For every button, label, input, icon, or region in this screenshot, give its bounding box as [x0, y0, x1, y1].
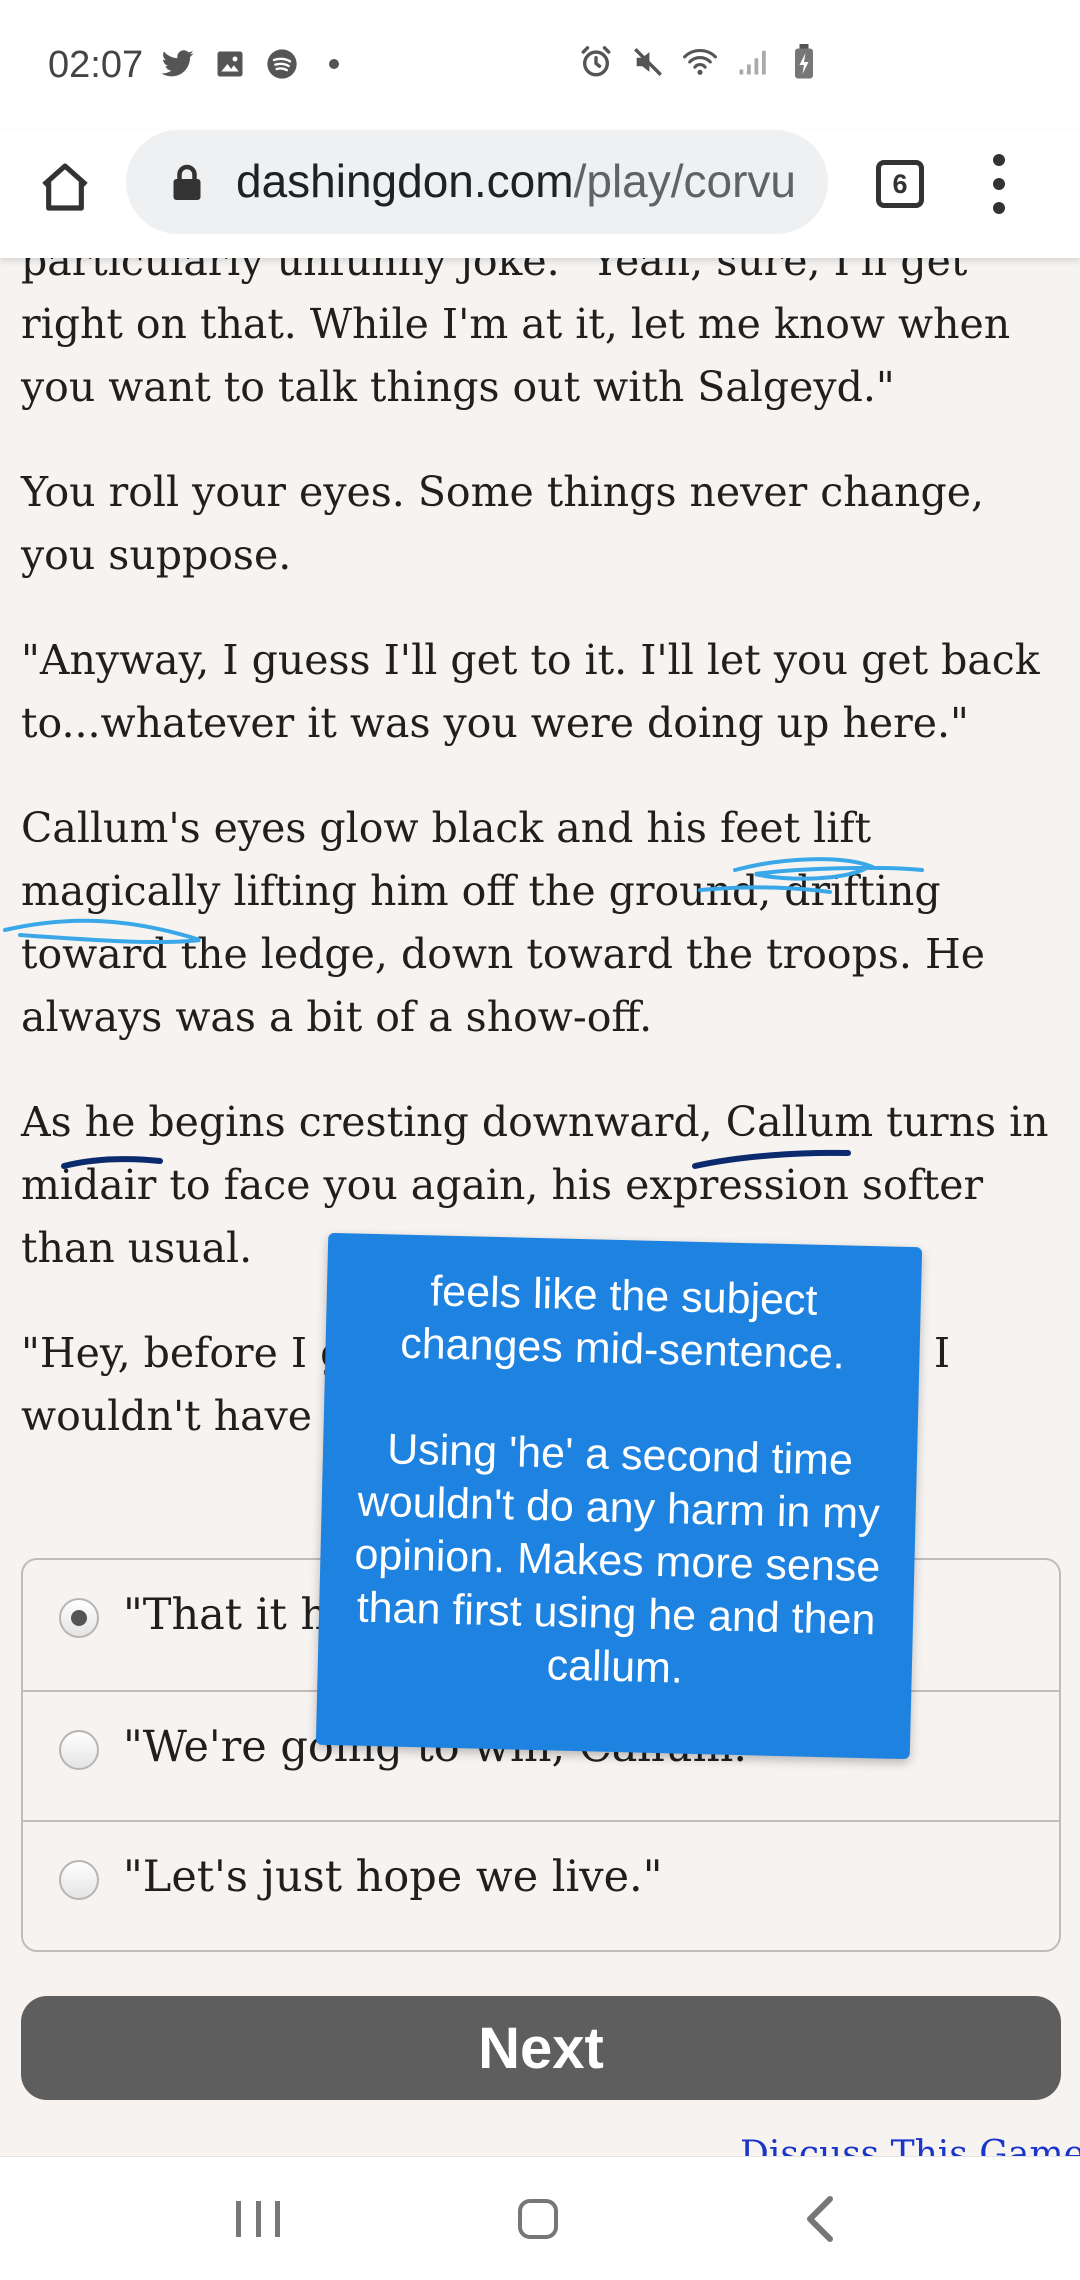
status-time: 02:07	[48, 44, 144, 86]
battery-icon	[786, 44, 822, 80]
story-paragraph: "Anyway, I guess I'll get to it. I'll le…	[21, 636, 1040, 747]
system-icons	[578, 44, 822, 80]
story-paragraph: particularly unfunny joke. "Yeah, sure, …	[21, 237, 1011, 411]
browser-toolbar: dashingdon.com/play/corvu 6	[0, 130, 1080, 258]
url-host: dashingdon.com	[236, 155, 574, 207]
back-button[interactable]	[800, 2195, 840, 2243]
home-nav-button[interactable]	[518, 2199, 558, 2239]
url-bar[interactable]: dashingdon.com/play/corvu	[126, 130, 828, 234]
overflow-menu-button[interactable]	[984, 154, 1014, 214]
story-paragraph: Callum's eyes glow black and his feet li…	[21, 804, 985, 1041]
dot-icon	[316, 46, 352, 82]
lock-icon	[173, 164, 201, 200]
tab-switcher-button[interactable]: 6	[876, 160, 924, 208]
notification-icons	[160, 46, 352, 82]
navigation-bar	[0, 2156, 1080, 2280]
gallery-icon	[212, 46, 248, 82]
next-button[interactable]: Next	[21, 1996, 1061, 2100]
radio-button[interactable]	[59, 1730, 99, 1770]
recent-apps-button[interactable]	[236, 2201, 280, 2237]
wifi-icon	[682, 44, 718, 80]
alarm-icon	[578, 44, 614, 80]
mute-icon	[630, 44, 666, 80]
story-paragraph: You roll your eyes. Some things never ch…	[21, 468, 984, 579]
annotation-text: Using 'he' a second time wouldn't do any…	[353, 1425, 881, 1693]
url-text[interactable]: dashingdon.com/play/corvu	[236, 154, 811, 208]
spotify-icon	[264, 46, 300, 82]
radio-button-selected[interactable]	[59, 1598, 99, 1638]
home-button[interactable]	[30, 152, 100, 222]
more-vert-icon	[993, 154, 1005, 166]
annotation-text: feels like the subject changes mid-sente…	[399, 1267, 846, 1379]
radio-button[interactable]	[59, 1860, 99, 1900]
annotation-note: feels like the subject changes mid-sente…	[315, 1232, 923, 1760]
status-bar: 02:07	[0, 0, 1080, 130]
signal-icon	[734, 44, 770, 80]
twitter-icon	[160, 46, 196, 82]
home-icon	[42, 163, 88, 211]
choice-label: "Let's just hope we live."	[123, 1852, 663, 1902]
url-path: /play/corvu	[573, 155, 797, 207]
choice-option[interactable]: "Let's just hope we live."	[23, 1820, 1059, 1950]
